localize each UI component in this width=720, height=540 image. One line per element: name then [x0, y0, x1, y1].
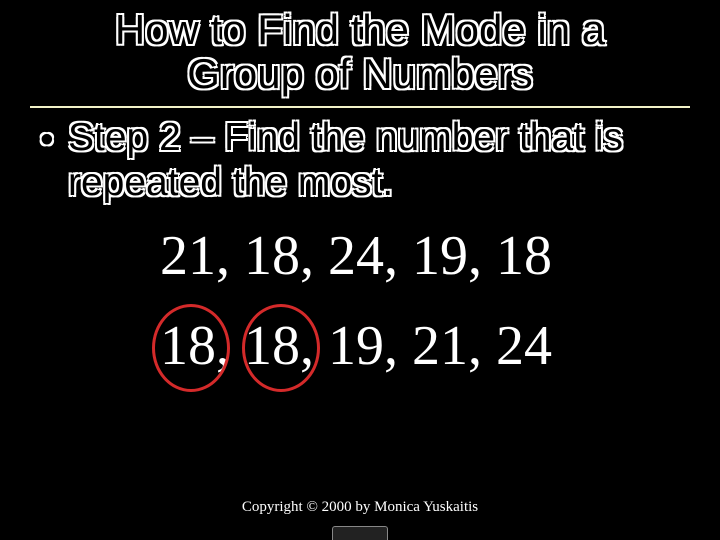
- slide-title: How to Find the Mode in a Group of Numbe…: [30, 8, 690, 96]
- bottom-tab: [332, 526, 388, 540]
- numbers-sorted: 18, 18, 19, 21, 24: [160, 318, 680, 374]
- body-area: • Step 2 – Find the number that is repea…: [30, 116, 690, 374]
- step-text: Step 2 – Find the number that is repeate…: [68, 116, 680, 206]
- title-line-2: Group of Numbers: [187, 50, 532, 97]
- title-line-1: How to Find the Mode in a: [115, 6, 605, 53]
- bullet-item: • Step 2 – Find the number that is repea…: [40, 116, 680, 206]
- slide: How to Find the Mode in a Group of Numbe…: [0, 0, 720, 540]
- copyright-text: Copyright © 2000 by Monica Yuskaitis: [0, 499, 720, 516]
- mode-circle-1: [152, 304, 230, 392]
- title-divider: [30, 106, 690, 108]
- numbers-original: 21, 18, 24, 19, 18: [160, 228, 680, 284]
- bullet-marker: •: [40, 116, 68, 163]
- mode-circle-2: [242, 304, 320, 392]
